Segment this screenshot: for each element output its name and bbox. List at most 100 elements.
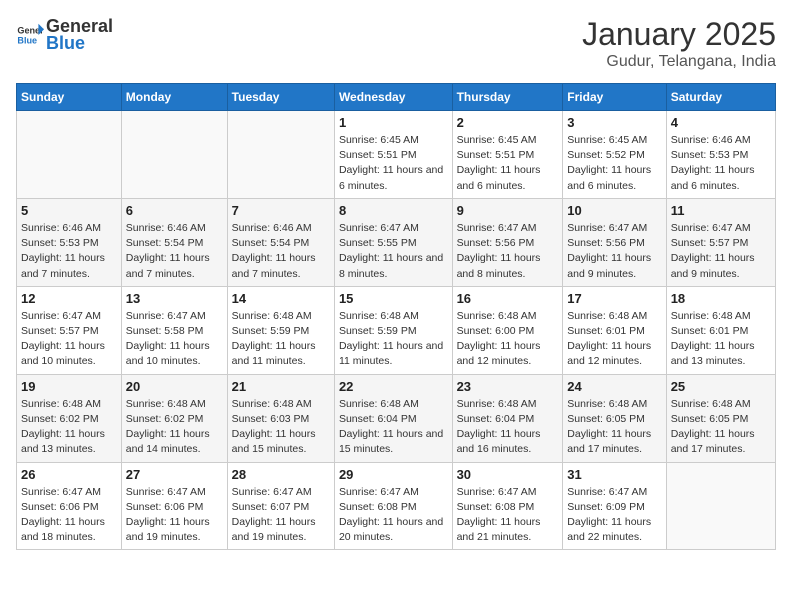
calendar-week-row: 1 Sunrise: 6:45 AMSunset: 5:51 PMDaylight… [17, 111, 776, 199]
svg-text:Blue: Blue [17, 35, 37, 45]
day-number: 29 [339, 467, 448, 482]
day-info: Sunrise: 6:47 AMSunset: 6:08 PMDaylight:… [457, 485, 559, 546]
day-number: 22 [339, 379, 448, 394]
day-number: 26 [21, 467, 117, 482]
weekday-header-thursday: Thursday [452, 84, 563, 111]
calendar-cell: 22 Sunrise: 6:48 AMSunset: 6:04 PMDayligh… [334, 374, 452, 462]
day-info: Sunrise: 6:47 AMSunset: 5:55 PMDaylight:… [339, 221, 448, 282]
day-info: Sunrise: 6:48 AMSunset: 6:01 PMDaylight:… [567, 309, 661, 370]
day-number: 6 [126, 203, 223, 218]
calendar-cell: 19 Sunrise: 6:48 AMSunset: 6:02 PMDayligh… [17, 374, 122, 462]
calendar-cell [121, 111, 227, 199]
day-info: Sunrise: 6:48 AMSunset: 6:02 PMDaylight:… [126, 397, 223, 458]
day-number: 28 [232, 467, 330, 482]
calendar-cell: 28 Sunrise: 6:47 AMSunset: 6:07 PMDayligh… [227, 462, 334, 550]
day-info: Sunrise: 6:48 AMSunset: 6:05 PMDaylight:… [671, 397, 771, 458]
calendar-cell: 6 Sunrise: 6:46 AMSunset: 5:54 PMDaylight… [121, 198, 227, 286]
calendar-week-row: 19 Sunrise: 6:48 AMSunset: 6:02 PMDayligh… [17, 374, 776, 462]
calendar-cell [666, 462, 775, 550]
calendar-cell [17, 111, 122, 199]
day-number: 10 [567, 203, 661, 218]
calendar-cell: 8 Sunrise: 6:47 AMSunset: 5:55 PMDaylight… [334, 198, 452, 286]
calendar-cell: 7 Sunrise: 6:46 AMSunset: 5:54 PMDaylight… [227, 198, 334, 286]
calendar-cell: 4 Sunrise: 6:46 AMSunset: 5:53 PMDaylight… [666, 111, 775, 199]
day-number: 14 [232, 291, 330, 306]
day-number: 20 [126, 379, 223, 394]
calendar-cell: 24 Sunrise: 6:48 AMSunset: 6:05 PMDayligh… [563, 374, 666, 462]
day-number: 5 [21, 203, 117, 218]
calendar-cell: 20 Sunrise: 6:48 AMSunset: 6:02 PMDayligh… [121, 374, 227, 462]
calendar-cell: 21 Sunrise: 6:48 AMSunset: 6:03 PMDayligh… [227, 374, 334, 462]
page-header: General Blue General Blue January 2025 G… [16, 16, 776, 71]
calendar-cell: 15 Sunrise: 6:48 AMSunset: 5:59 PMDayligh… [334, 286, 452, 374]
calendar-cell: 5Sunrise: 6:46 AMSunset: 5:53 PMDaylight… [17, 198, 122, 286]
day-info: Sunrise: 6:48 AMSunset: 6:04 PMDaylight:… [339, 397, 448, 458]
day-info: Sunrise: 6:48 AMSunset: 6:01 PMDaylight:… [671, 309, 771, 370]
weekday-header-saturday: Saturday [666, 84, 775, 111]
day-info: Sunrise: 6:46 AMSunset: 5:54 PMDaylight:… [232, 221, 330, 282]
calendar-cell: 9Sunrise: 6:47 AMSunset: 5:56 PMDaylight… [452, 198, 563, 286]
calendar-cell: 13 Sunrise: 6:47 AMSunset: 5:58 PMDayligh… [121, 286, 227, 374]
day-number: 9 [457, 203, 559, 218]
day-number: 19 [21, 379, 117, 394]
day-info: Sunrise: 6:48 AMSunset: 6:03 PMDaylight:… [232, 397, 330, 458]
calendar-cell: 23Sunrise: 6:48 AMSunset: 6:04 PMDayligh… [452, 374, 563, 462]
day-number: 27 [126, 467, 223, 482]
calendar-cell: 16 Sunrise: 6:48 AMSunset: 6:00 PMDayligh… [452, 286, 563, 374]
calendar-cell: 31 Sunrise: 6:47 AMSunset: 6:09 PMDayligh… [563, 462, 666, 550]
weekday-header-wednesday: Wednesday [334, 84, 452, 111]
calendar-week-row: 26Sunrise: 6:47 AMSunset: 6:06 PMDayligh… [17, 462, 776, 550]
day-number: 8 [339, 203, 448, 218]
calendar-cell: 30 Sunrise: 6:47 AMSunset: 6:08 PMDayligh… [452, 462, 563, 550]
calendar-week-row: 12 Sunrise: 6:47 AMSunset: 5:57 PMDayligh… [17, 286, 776, 374]
weekday-header-sunday: Sunday [17, 84, 122, 111]
day-info: Sunrise: 6:47 AMSunset: 5:57 PMDaylight:… [671, 221, 771, 282]
day-number: 30 [457, 467, 559, 482]
day-info: Sunrise: 6:45 AMSunset: 5:51 PMDaylight:… [457, 133, 559, 194]
day-info: Sunrise: 6:47 AMSunset: 6:09 PMDaylight:… [567, 485, 661, 546]
calendar-cell: 2 Sunrise: 6:45 AMSunset: 5:51 PMDaylight… [452, 111, 563, 199]
day-number: 24 [567, 379, 661, 394]
calendar-cell: 10 Sunrise: 6:47 AMSunset: 5:56 PMDayligh… [563, 198, 666, 286]
day-number: 7 [232, 203, 330, 218]
day-number: 2 [457, 115, 559, 130]
calendar-week-row: 5Sunrise: 6:46 AMSunset: 5:53 PMDaylight… [17, 198, 776, 286]
day-number: 23 [457, 379, 559, 394]
day-number: 15 [339, 291, 448, 306]
day-number: 4 [671, 115, 771, 130]
day-info: Sunrise: 6:48 AMSunset: 6:02 PMDaylight:… [21, 397, 117, 458]
logo-icon: General Blue [16, 21, 44, 49]
day-number: 11 [671, 203, 771, 218]
calendar-cell: 25 Sunrise: 6:48 AMSunset: 6:05 PMDayligh… [666, 374, 775, 462]
day-number: 13 [126, 291, 223, 306]
day-info: Sunrise: 6:48 AMSunset: 5:59 PMDaylight:… [339, 309, 448, 370]
day-info: Sunrise: 6:47 AMSunset: 6:07 PMDaylight:… [232, 485, 330, 546]
day-info: Sunrise: 6:48 AMSunset: 6:00 PMDaylight:… [457, 309, 559, 370]
day-number: 25 [671, 379, 771, 394]
calendar-cell [227, 111, 334, 199]
day-info: Sunrise: 6:47 AMSunset: 5:58 PMDaylight:… [126, 309, 223, 370]
day-info: Sunrise: 6:46 AMSunset: 5:54 PMDaylight:… [126, 221, 223, 282]
calendar-table: SundayMondayTuesdayWednesdayThursdayFrid… [16, 83, 776, 550]
calendar-cell: 12 Sunrise: 6:47 AMSunset: 5:57 PMDayligh… [17, 286, 122, 374]
day-number: 31 [567, 467, 661, 482]
day-number: 16 [457, 291, 559, 306]
calendar-cell: 26Sunrise: 6:47 AMSunset: 6:06 PMDayligh… [17, 462, 122, 550]
calendar-cell: 17Sunrise: 6:48 AMSunset: 6:01 PMDayligh… [563, 286, 666, 374]
weekday-header-friday: Friday [563, 84, 666, 111]
day-number: 1 [339, 115, 448, 130]
calendar-cell: 3 Sunrise: 6:45 AMSunset: 5:52 PMDaylight… [563, 111, 666, 199]
calendar-cell: 27Sunrise: 6:47 AMSunset: 6:06 PMDayligh… [121, 462, 227, 550]
calendar-cell: 11 Sunrise: 6:47 AMSunset: 5:57 PMDayligh… [666, 198, 775, 286]
day-info: Sunrise: 6:46 AMSunset: 5:53 PMDaylight:… [671, 133, 771, 194]
calendar-cell: 1Sunrise: 6:45 AMSunset: 5:51 PMDaylight… [334, 111, 452, 199]
day-info: Sunrise: 6:45 AMSunset: 5:52 PMDaylight:… [567, 133, 661, 194]
day-number: 12 [21, 291, 117, 306]
day-info: Sunrise: 6:47 AMSunset: 5:57 PMDaylight:… [21, 309, 117, 370]
calendar-cell: 14Sunrise: 6:48 AMSunset: 5:59 PMDayligh… [227, 286, 334, 374]
day-info: Sunrise: 6:48 AMSunset: 6:05 PMDaylight:… [567, 397, 661, 458]
day-number: 3 [567, 115, 661, 130]
day-info: Sunrise: 6:47 AMSunset: 5:56 PMDaylight:… [567, 221, 661, 282]
calendar-subtitle: Gudur, Telangana, India [582, 53, 776, 71]
day-number: 21 [232, 379, 330, 394]
